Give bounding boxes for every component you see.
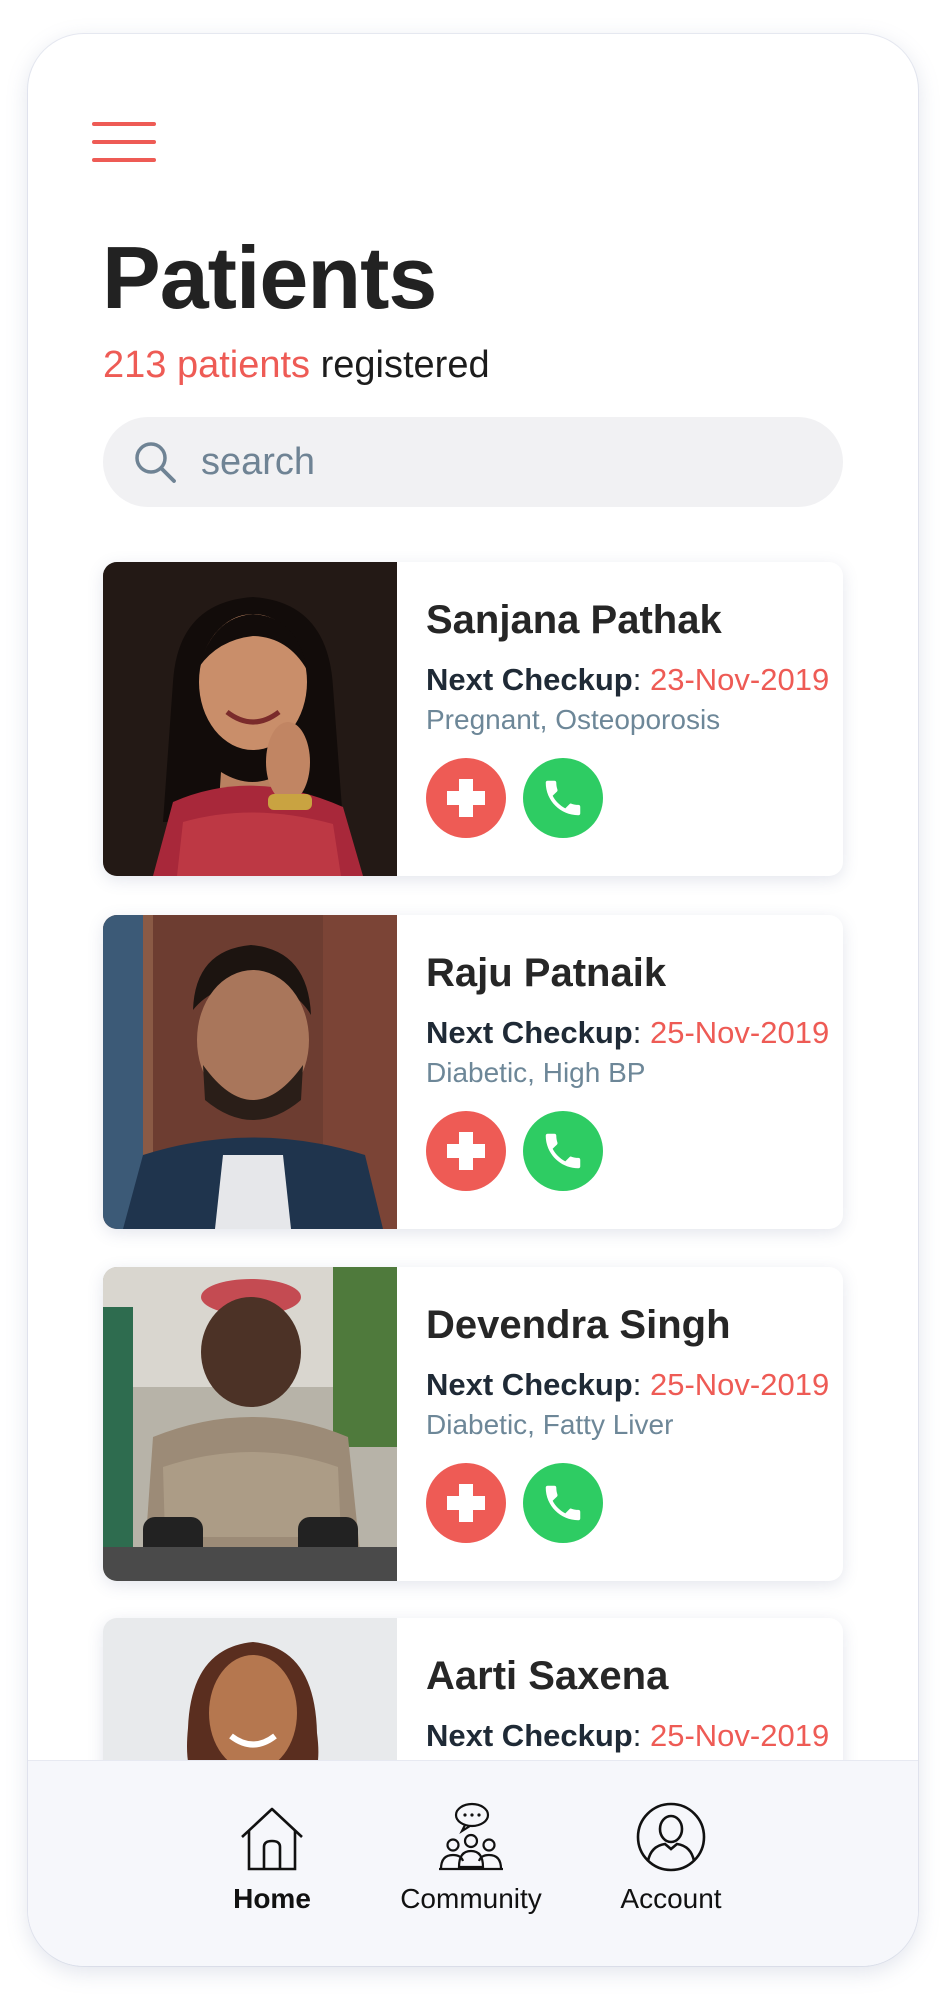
patient-actions	[426, 758, 603, 838]
patient-count-suffix: registered	[320, 344, 490, 386]
patient-card[interactable]: Devendra Singh Next Checkup: 25-Nov-2019…	[103, 1267, 843, 1581]
nav-account-label: Account	[620, 1883, 722, 1914]
account-icon	[636, 1802, 706, 1872]
search-input[interactable]	[201, 417, 801, 507]
phone-icon	[545, 1485, 581, 1521]
patient-card[interactable]: Raju Patnaik Next Checkup: 25-Nov-2019 D…	[103, 915, 843, 1229]
search-icon	[135, 442, 176, 483]
home-icon	[241, 1807, 303, 1871]
patient-actions	[426, 1463, 603, 1543]
patient-actions	[426, 1111, 603, 1191]
nav-community[interactable]: Community	[381, 1801, 561, 1915]
patient-count-number: 213 patients	[103, 344, 311, 386]
patient-name: Aarti Saxena	[426, 1654, 669, 1698]
next-checkup: Next Checkup: 23-Nov-2019	[426, 662, 830, 697]
patient-name: Devendra Singh	[426, 1303, 731, 1347]
next-checkup: Next Checkup: 25-Nov-2019	[426, 1367, 830, 1402]
next-checkup: Next Checkup: 25-Nov-2019	[426, 1015, 830, 1050]
nav-account[interactable]: Account	[581, 1801, 761, 1915]
bottom-nav: Home Community Account	[28, 1760, 918, 1966]
patient-conditions: Diabetic, Fatty Liver	[426, 1409, 674, 1440]
patient-card[interactable]: Sanjana Pathak Next Checkup: 23-Nov-2019…	[103, 562, 843, 876]
call-button[interactable]	[523, 758, 603, 838]
patient-conditions: Pregnant, Osteoporosis	[426, 704, 721, 735]
medical-button[interactable]	[426, 758, 506, 838]
app-screen: Patients 213 patients registered search …	[28, 34, 918, 1966]
patient-photo	[103, 1267, 397, 1581]
patient-conditions: Diabetic, High BP	[426, 1057, 646, 1088]
phone-icon	[545, 1133, 581, 1169]
community-icon	[439, 1802, 503, 1871]
checkup-label: Next Checkup	[426, 1015, 633, 1050]
patient-count: 213 patients registered	[103, 346, 490, 384]
medical-cross-icon	[447, 1132, 485, 1170]
checkup-date: 25-Nov-2019	[649, 1367, 830, 1402]
patient-photo	[103, 562, 397, 876]
checkup-date: 25-Nov-2019	[649, 1015, 830, 1050]
menu-icon[interactable]	[92, 122, 156, 168]
checkup-label: Next Checkup	[426, 662, 633, 697]
checkup-date: 25-Nov-2019	[649, 1718, 830, 1753]
search-bar[interactable]	[103, 417, 843, 507]
checkup-date: 23-Nov-2019	[649, 662, 830, 697]
nav-home-label: Home	[233, 1883, 311, 1914]
patient-name: Sanjana Pathak	[426, 598, 722, 642]
next-checkup: Next Checkup: 25-Nov-2019	[426, 1718, 830, 1753]
medical-cross-icon	[447, 779, 485, 817]
medical-button[interactable]	[426, 1463, 506, 1543]
medical-button[interactable]	[426, 1111, 506, 1191]
nav-home[interactable]: Home	[182, 1801, 362, 1915]
patient-photo	[103, 915, 397, 1229]
nav-community-label: Community	[400, 1883, 542, 1914]
checkup-label: Next Checkup	[426, 1367, 633, 1402]
patient-name: Raju Patnaik	[426, 951, 667, 995]
checkup-label: Next Checkup	[426, 1718, 633, 1753]
call-button[interactable]	[523, 1111, 603, 1191]
medical-cross-icon	[447, 1484, 485, 1522]
phone-icon	[545, 780, 581, 816]
page-title: Patients	[102, 228, 437, 327]
call-button[interactable]	[523, 1463, 603, 1543]
